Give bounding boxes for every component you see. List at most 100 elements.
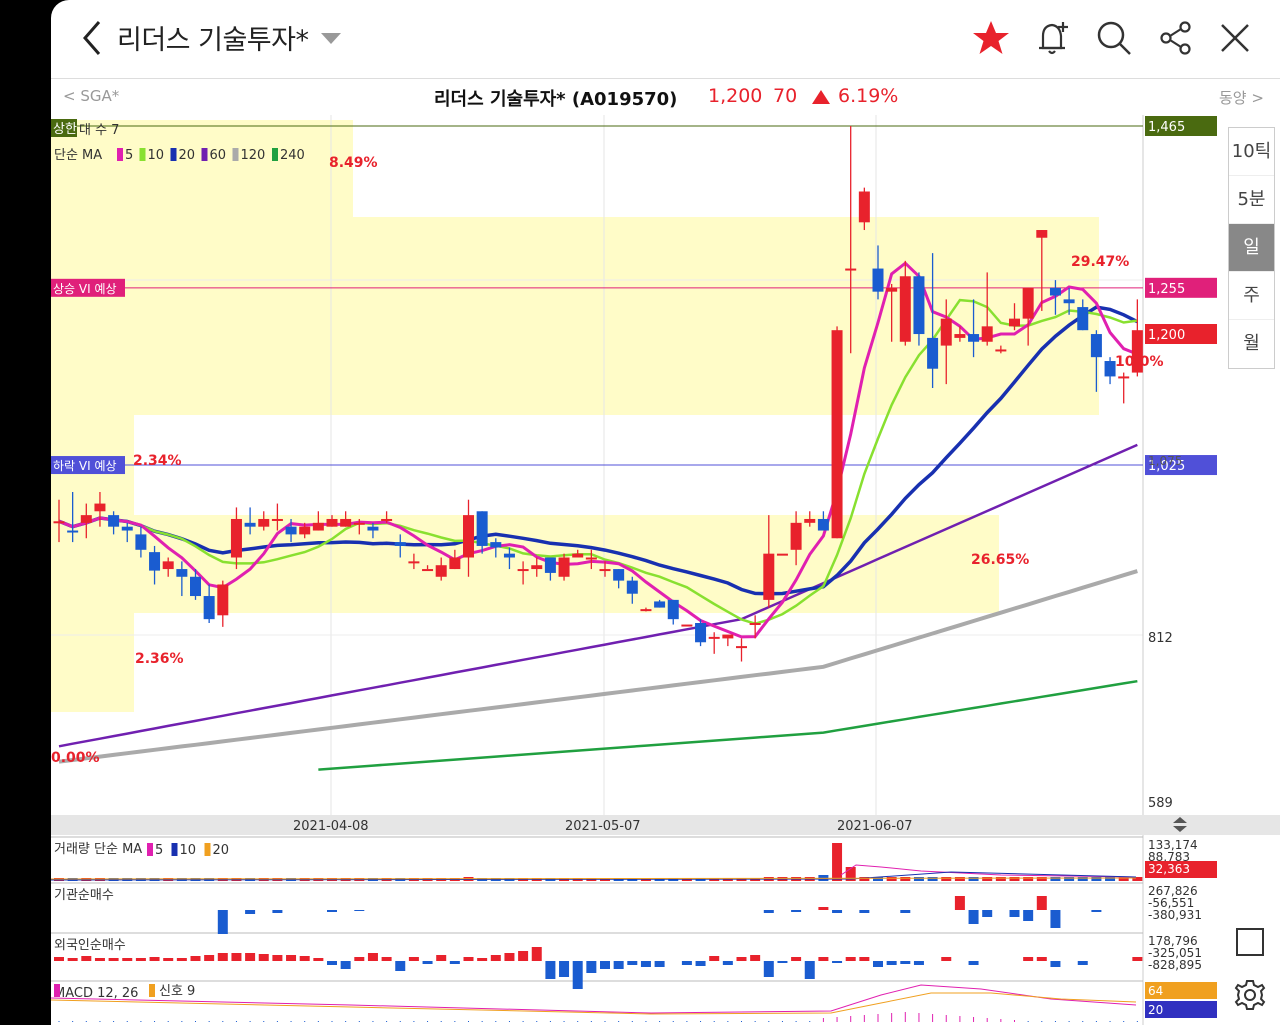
price-tag-value: 1,200 [1148, 328, 1185, 343]
tab-10tick[interactable]: 10틱 [1229, 128, 1274, 176]
legend-swatch [54, 984, 60, 997]
percent-annotation: 10.0% [1115, 354, 1164, 370]
candle-body [940, 318, 952, 346]
candle-body [190, 576, 201, 597]
foreign-bar [490, 955, 501, 961]
candle-body [804, 518, 816, 523]
percent-annotation: 29.47% [1071, 254, 1129, 270]
candle-body [312, 522, 324, 531]
foreign-bar [1050, 961, 1061, 967]
candle-body [558, 557, 570, 577]
tab-daily[interactable]: 일 [1229, 224, 1274, 272]
foreign-bar [477, 958, 488, 961]
candle-body [585, 557, 597, 560]
foreign-bar [204, 955, 215, 961]
volume-bar [941, 877, 952, 881]
legend-swatch [149, 984, 155, 997]
candle-body [162, 561, 174, 570]
candle-body [626, 580, 638, 594]
prev-stock-link[interactable]: < SGA* [63, 87, 119, 105]
gear-icon[interactable] [1233, 978, 1267, 1012]
inst-bar [1050, 910, 1061, 928]
candle-body [1118, 376, 1130, 379]
foreign-bar [613, 961, 624, 969]
candle-body [299, 526, 311, 535]
legend-swatch [117, 148, 123, 161]
foreign-bar [572, 961, 583, 989]
foreign-bar [149, 957, 160, 961]
bell-add-icon[interactable] [1033, 18, 1073, 58]
lower-vi-label: 하락 VI 예상 [53, 459, 117, 473]
candle-body [217, 584, 229, 616]
tab-weekly[interactable]: 주 [1229, 272, 1274, 320]
candle [1104, 357, 1116, 385]
candle [340, 511, 352, 527]
candle-body [67, 530, 79, 533]
period-tabs: 10틱 5분 일 주 월 [1228, 127, 1275, 369]
candle-body [858, 191, 870, 223]
legend-item: 120 [241, 148, 266, 163]
inst-bar [327, 910, 337, 912]
candle-body [695, 623, 707, 643]
foreign-bar [258, 954, 269, 961]
search-icon[interactable] [1094, 18, 1134, 58]
candle-body [1077, 307, 1089, 331]
signal-line [51, 992, 1137, 1015]
highlight-zone [51, 515, 999, 613]
legend-swatch [147, 843, 153, 856]
close-icon[interactable] [1215, 18, 1255, 58]
volume-bar [913, 877, 924, 881]
macd-line [51, 984, 1137, 1014]
candle [217, 580, 229, 627]
percent-annotation: 2.34% [133, 453, 182, 469]
share-icon[interactable] [1156, 18, 1196, 58]
current-price: 1,200 [708, 85, 763, 107]
chevron-down-icon[interactable] [321, 33, 341, 44]
candle-body [326, 518, 338, 527]
legend-swatch [204, 843, 211, 856]
next-stock-link[interactable]: 동양 > [1219, 87, 1264, 108]
checkbox-icon[interactable] [1236, 928, 1264, 956]
candle-body [476, 511, 488, 546]
foreign-bar [518, 951, 529, 961]
stock-name-code: 리더스 기술투자* (A019570) [434, 89, 678, 110]
back-icon[interactable] [79, 18, 107, 58]
candle-body [531, 565, 543, 570]
candle [831, 326, 843, 539]
legend-swatch [171, 843, 178, 856]
candle-body [1049, 287, 1061, 296]
candle-body [435, 565, 447, 577]
percent-annotation: 0.00% [51, 750, 100, 766]
star-icon[interactable] [971, 18, 1011, 58]
volume-bar [886, 877, 897, 881]
panel-value: -828,895 [1148, 958, 1202, 972]
candle-body [80, 515, 92, 523]
foreign-bar [217, 953, 228, 961]
foreign-bar [545, 961, 556, 979]
inst-bar [818, 907, 829, 910]
candle-body [1063, 299, 1075, 304]
tab-monthly[interactable]: 월 [1229, 320, 1274, 367]
tab-5min[interactable]: 5분 [1229, 176, 1274, 224]
candle-body [995, 349, 1007, 352]
y-tick-label: 589 [1148, 796, 1173, 811]
candle-body [230, 518, 242, 558]
candle-body [845, 268, 857, 271]
app-window: 리더스 기술투자* < SGA* 리더스 기술투자* (A019570) 1,2… [51, 0, 1280, 1025]
foreign-bar [941, 957, 952, 961]
candle-body [340, 518, 352, 527]
stock-chart[interactable]: 8.49% 2.34% 26.65% 2.36% 0.00% 29.47% 10.0% 상한 대… [51, 115, 1280, 1025]
price-tag-value: 1,255 [1148, 282, 1185, 297]
candle-body [899, 276, 911, 342]
inst-bar [982, 910, 993, 917]
candle-body [121, 526, 133, 531]
legend-item: 20 [179, 148, 196, 163]
candle-body [913, 276, 925, 335]
stock-title[interactable]: 리더스 기술투자* [117, 18, 309, 57]
legend-swatch [170, 148, 177, 161]
foreign-bar [654, 961, 665, 967]
candle-body [381, 518, 393, 521]
candle-body [94, 503, 106, 512]
foreign-bar [108, 958, 119, 961]
candle-body [490, 542, 502, 548]
